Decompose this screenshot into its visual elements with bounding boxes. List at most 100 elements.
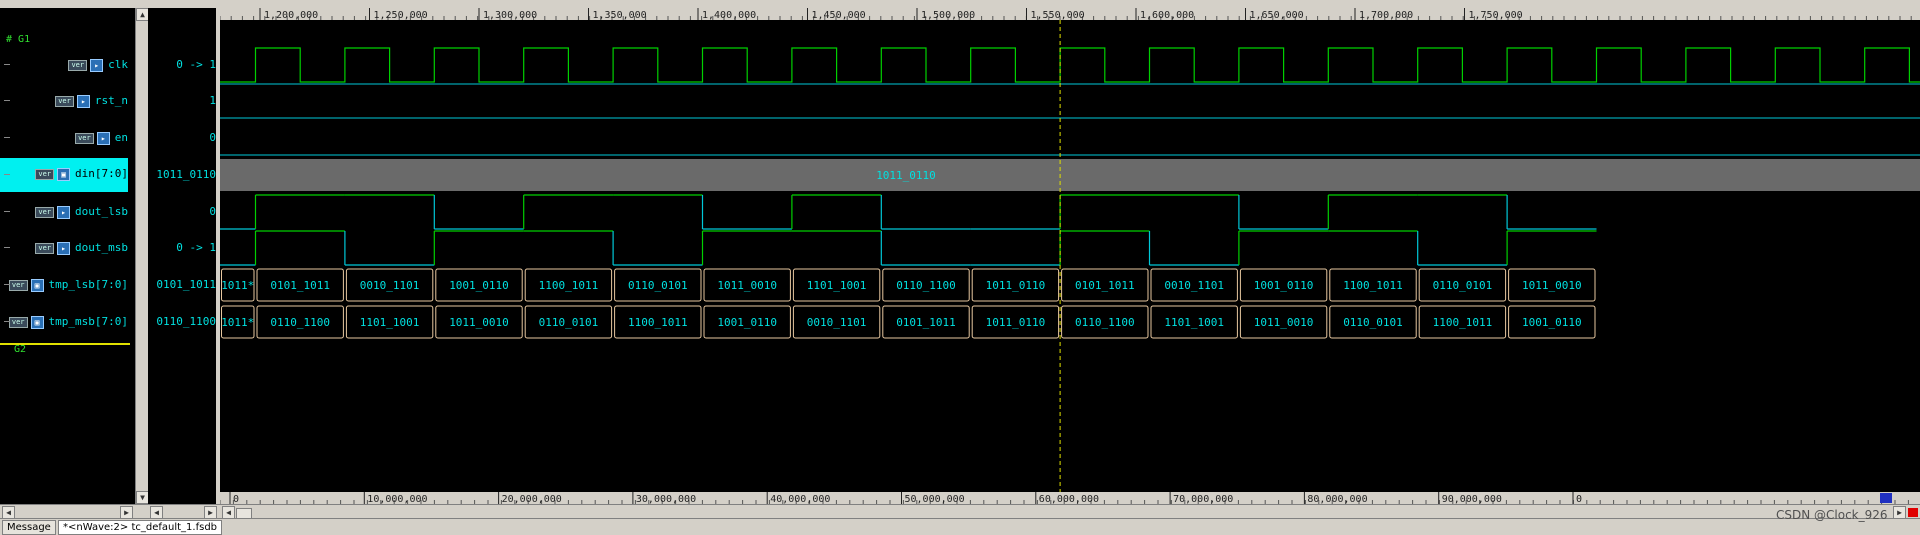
tmp-msb-waveform-value: 1100_1011 — [1433, 316, 1493, 329]
output-port-icon: ▸ — [57, 205, 71, 219]
bus-input-icon: ▣ — [57, 167, 71, 181]
output-port-icon: ▸ — [57, 241, 71, 255]
ruler-marker — [1880, 493, 1892, 503]
signal-name: en — [114, 131, 128, 144]
verilog-badge: ver — [75, 132, 94, 144]
ruler-label: 1,200,000 — [264, 10, 318, 21]
signal-name-cell: ver ▣ tmp_msb[7:0] — [8, 315, 128, 329]
signal-row-en[interactable]: ver ▸ en — [0, 128, 128, 148]
tree-tick — [4, 100, 10, 101]
ruler-label: 1,750,000 — [1469, 10, 1523, 21]
tmp-msb-waveform-value: 1011_0010 — [449, 316, 509, 329]
signal-value-cell[interactable]: 0 — [209, 131, 216, 144]
tmp-msb-waveform-value: 1101_1001 — [1164, 316, 1224, 329]
watermark: CSDN @Clock_926 — [1776, 508, 1888, 522]
verilog-badge: ver — [68, 59, 88, 71]
waveform-pane[interactable]: 1,200,000 1,250,000 1,300,000 1,350,000 1,40… — [220, 8, 1920, 504]
signal-pane-scrollbar[interactable]: ▲ ▼ — [135, 8, 149, 504]
ruler-label: 1,300,000 — [483, 10, 537, 21]
signal-value-cell[interactable]: 1011_0110 — [156, 168, 216, 181]
tree-tick — [4, 211, 10, 212]
verilog-badge: ver — [35, 206, 55, 218]
verilog-badge: ver — [8, 316, 28, 328]
signal-value-cell[interactable]: 1 — [209, 94, 216, 107]
verilog-badge: ver — [8, 279, 28, 291]
tmp-msb-waveform-value: 1011_0110 — [986, 316, 1046, 329]
verilog-badge: ver — [55, 95, 74, 107]
din-bus-waveform[interactable] — [220, 159, 1920, 191]
window-tab-bar: Message *<nWave:2> tc_default_1.fsdb — [0, 518, 1920, 535]
tmp-lsb-waveform-value: 0010_1101 — [1164, 279, 1224, 292]
tmp-lsb-waveform-value: 1011* — [221, 279, 254, 292]
signal-row-din-7-0[interactable]: ver ▣ din[7:0] — [0, 158, 128, 192]
ruler-label: 0 — [233, 494, 239, 504]
tmp-lsb-waveform-value: 1100_1011 — [539, 279, 599, 292]
clk-waveform[interactable] — [220, 47, 1920, 83]
verilog-badge: ver — [35, 242, 55, 254]
tmp-lsb-waveform-value: 0101_1011 — [270, 279, 330, 292]
waveform-canvas[interactable]: 1,200,000 1,250,000 1,300,000 1,350,000 1,40… — [220, 8, 1920, 504]
tmp-lsb-waveform-value: 1101_1001 — [807, 279, 867, 292]
ruler-label: 10,000,000 — [367, 494, 427, 504]
signal-value-cell[interactable]: 0 -> 1 — [176, 58, 216, 71]
group-g2-label[interactable]: G2 — [14, 344, 26, 355]
signal-name: dout_msb — [75, 241, 128, 254]
signal-row-rst-n[interactable]: ver ▸ rst_n — [0, 91, 128, 111]
horizontal-scrollbar[interactable]: ◀ ▶ ◀ ▶ ◀ ▶ — [0, 504, 1920, 519]
tree-tick — [4, 321, 10, 322]
ruler-label: 1,700,000 — [1359, 10, 1413, 21]
tmp-lsb-waveform-value: 1011_0010 — [717, 279, 777, 292]
tmp-msb-waveform-value: 1001_0110 — [717, 316, 777, 329]
tmp-lsb-waveform-value: 1100_1011 — [1343, 279, 1403, 292]
din-bus-value: 1011_0110 — [876, 169, 936, 182]
signal-name: clk — [108, 58, 128, 71]
signal-name-pane[interactable]: # G1 G2 ver ▸ clk ver ▸ rst_n ver ▸ en ver ▣ din[7:… — [0, 8, 135, 504]
signal-name-cell: ver ▣ tmp_lsb[7:0] — [8, 278, 128, 292]
signal-name-cell: ver ▸ dout_lsb — [35, 205, 128, 219]
tmp-msb-waveform-value: 0110_0101 — [1343, 316, 1403, 329]
ruler-label: 1,450,000 — [812, 10, 866, 21]
tmp-msb-waveform-value: 1100_1011 — [628, 316, 688, 329]
signal-value-cell[interactable]: 0 — [209, 205, 216, 218]
tmp-msb-waveform-value: 0101_1011 — [896, 316, 956, 329]
tree-tick — [4, 284, 10, 285]
tmp-msb-waveform-value: 0110_1100 — [270, 316, 330, 329]
ruler-label: 1,600,000 — [1140, 10, 1194, 21]
signal-row-dout-lsb[interactable]: ver ▸ dout_lsb — [0, 202, 128, 222]
tmp-lsb-waveform-value: 1001_0110 — [1254, 279, 1314, 292]
signal-row-tmp-msb-7-0[interactable]: ver ▣ tmp_msb[7:0] — [0, 312, 128, 332]
tmp-lsb-waveform-value: 1011_0010 — [1522, 279, 1582, 292]
tmp-lsb-waveform-value: 0110_1100 — [896, 279, 956, 292]
signal-value-cell[interactable]: 0101_1011 — [156, 278, 216, 291]
signal-value-cell[interactable]: 0 -> 1 — [176, 241, 216, 254]
signal-name-cell: ver ▸ clk — [68, 58, 128, 72]
ruler-label: 1,250,000 — [374, 10, 428, 21]
tree-tick — [4, 174, 10, 175]
tmp-msb-waveform-value: 1101_1001 — [360, 316, 420, 329]
signal-row-tmp-lsb-7-0[interactable]: ver ▣ tmp_lsb[7:0] — [0, 275, 128, 295]
status-indicator-icon — [1908, 508, 1918, 517]
signal-name-cell: ver ▸ dout_msb — [35, 241, 128, 255]
ruler-label: 90,000,000 — [1442, 494, 1502, 504]
signal-row-dout-msb[interactable]: ver ▸ dout_msb — [0, 238, 128, 258]
tmp-msb-waveform-value: 0110_0101 — [539, 316, 599, 329]
input-port-icon: ▸ — [76, 94, 90, 108]
tmp-lsb-waveform-value: 0101_1011 — [1075, 279, 1135, 292]
signal-value-cell[interactable]: 0110_1100 — [156, 315, 216, 328]
signal-row-clk[interactable]: ver ▸ clk — [0, 55, 128, 75]
tmp-msb-waveform-value: 0110_1100 — [1075, 316, 1135, 329]
ruler-label: 1,650,000 — [1250, 10, 1304, 21]
register-icon: ▣ — [30, 278, 44, 292]
ruler-label: 70,000,000 — [1173, 494, 1233, 504]
tmp-msb-waveform-value: 1011* — [221, 316, 254, 329]
value-pane[interactable]: 0 -> 1 1 0 1011_0110 0 0 -> 1 0101_1011 0110_11… — [148, 8, 216, 504]
signal-name-cell: ver ▣ din[7:0] — [35, 167, 128, 181]
tmp-lsb-waveform-value: 1011_0110 — [986, 279, 1046, 292]
group-g1-label[interactable]: # G1 — [6, 34, 30, 45]
input-port-icon: ▸ — [96, 131, 110, 145]
signal-name: rst_n — [94, 94, 128, 107]
tmp-lsb-waveform-value: 0010_1101 — [360, 279, 420, 292]
tmp-lsb-waveform-value: 0110_0101 — [628, 279, 688, 292]
signal-name: tmp_msb[7:0] — [48, 315, 128, 328]
signal-name-cell: ver ▸ rst_n — [55, 94, 128, 108]
